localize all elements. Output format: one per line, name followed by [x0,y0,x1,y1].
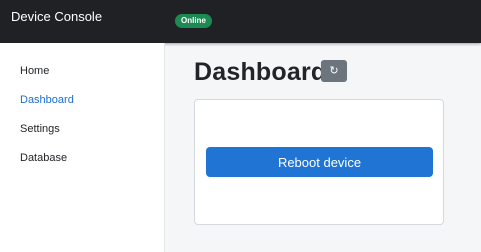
sidebar-item-dashboard[interactable]: Dashboard [20,94,74,106]
reboot-device-button[interactable]: Reboot device [206,147,433,177]
status-badge: Online [175,14,212,28]
dashboard-card: Reboot device [194,99,444,225]
refresh-icon: ↻ [329,65,339,77]
page-title: Dashboard [194,58,327,86]
sidebar-item-settings[interactable]: Settings [20,123,60,135]
sidebar-item-home[interactable]: Home [20,65,49,77]
top-navbar: Device Console Online [0,0,481,43]
app-title[interactable]: Device Console [11,9,102,24]
sidebar-item-database[interactable]: Database [20,152,67,164]
sidebar: Home Dashboard Settings Database [0,43,165,252]
refresh-button[interactable]: ↻ [321,60,347,82]
